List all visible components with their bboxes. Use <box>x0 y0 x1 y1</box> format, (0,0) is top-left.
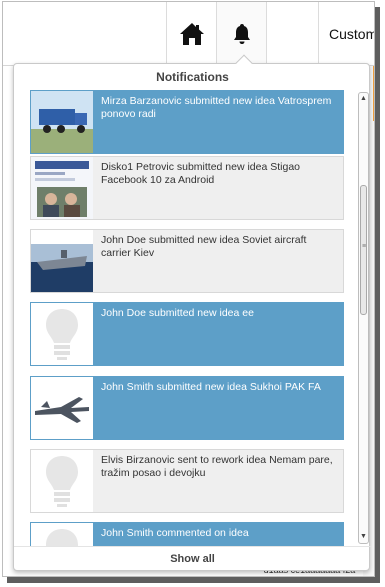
scroll-grip-icon: ≡ <box>362 243 367 250</box>
notification-item[interactable]: Elvis Birzanovic sent to rework idea Nem… <box>30 449 344 513</box>
notification-thumbnail <box>31 523 93 546</box>
notification-text: John Smith submitted new idea Sukhoi PAK… <box>101 381 321 393</box>
notification-text: Mirza Barzanovic submitted new idea Vatr… <box>101 95 332 120</box>
notification-thumbnail <box>31 91 93 153</box>
bell-icon <box>233 24 250 44</box>
home-button[interactable] <box>166 2 216 66</box>
show-all-link[interactable]: Show all <box>14 546 371 570</box>
notification-item[interactable]: John Doe submitted new idea Soviet aircr… <box>30 229 344 293</box>
customer-label: Custom <box>329 26 375 42</box>
notification-item[interactable]: John Smith submitted new idea Sukhoi PAK… <box>30 376 344 440</box>
nav-spacer <box>266 2 318 66</box>
jet-photo-icon <box>31 377 93 439</box>
background-accent-bar <box>373 66 374 121</box>
notification-thumbnail <box>31 230 93 292</box>
notification-thumbnail <box>31 450 93 512</box>
notifications-title: Notifications <box>156 70 229 84</box>
notification-text: Disko1 Petrovic submitted new idea Stiga… <box>101 161 301 186</box>
lightbulb-icon <box>46 529 78 546</box>
notification-item[interactable]: John Doe submitted new idea ee <box>30 302 344 366</box>
notification-thumbnail <box>31 377 93 439</box>
notification-item[interactable]: Mirza Barzanovic submitted new idea Vatr… <box>30 90 344 154</box>
lightbulb-icon <box>46 456 78 507</box>
truck-photo-icon <box>31 91 93 153</box>
scrollbar-thumb[interactable]: ≡ <box>360 185 367 315</box>
notification-text: Elvis Birzanovic sent to rework idea Nem… <box>101 454 333 479</box>
notification-thumbnail <box>31 157 93 219</box>
notification-text: John Smith commented on idea <box>101 527 249 539</box>
notifications-list: Mirza Barzanovic submitted new idea Vatr… <box>30 90 356 546</box>
notification-text: John Doe submitted new idea Soviet aircr… <box>101 234 307 259</box>
home-icon <box>179 23 204 45</box>
customer-menu[interactable]: Custom <box>318 2 375 66</box>
ship-photo-icon <box>31 230 93 292</box>
notification-item[interactable]: Disko1 Petrovic submitted new idea Stiga… <box>30 156 344 220</box>
lightbulb-icon <box>46 309 78 360</box>
facebook-screenshot-icon <box>31 157 93 219</box>
scroll-up-arrow-icon[interactable]: ▲ <box>359 93 368 105</box>
notification-thumbnail <box>31 303 93 365</box>
notification-item[interactable]: John Smith commented on idea <box>30 522 344 546</box>
notifications-scrollbar[interactable]: ▲ ≡ ▼ <box>358 92 369 544</box>
app-window: Custom t a e k n • d1aas ce1aaaaaaa f2a … <box>2 1 375 577</box>
top-navigation-bar: Custom <box>3 2 375 66</box>
notification-text: John Doe submitted new idea ee <box>101 307 254 319</box>
notifications-dropdown: Notifications Mirza Barzanovic submitted… <box>13 54 371 571</box>
scroll-down-arrow-icon[interactable]: ▼ <box>359 531 368 543</box>
